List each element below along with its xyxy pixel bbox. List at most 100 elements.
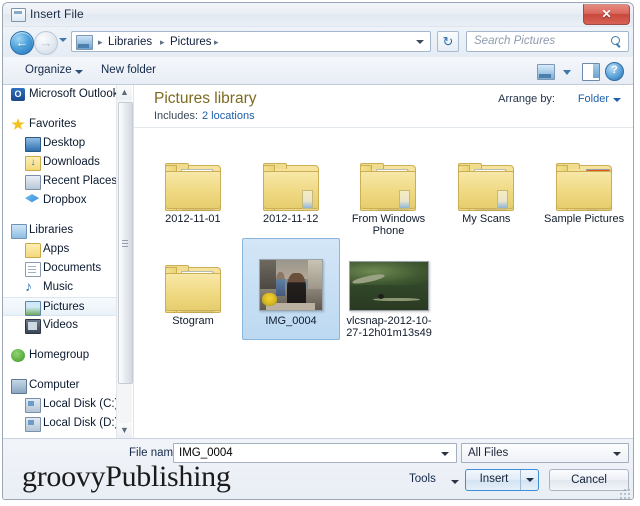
sidebar-item-videos[interactable]: Videos	[3, 316, 133, 335]
command-toolbar: Organize New folder ?	[3, 57, 633, 85]
breadcrumb-libraries[interactable]: Libraries	[108, 35, 152, 49]
address-bar[interactable]: ▸ Libraries ▸ Pictures ▸	[71, 31, 431, 52]
address-dropdown-icon[interactable]	[416, 40, 424, 44]
chevron-down-icon[interactable]	[75, 70, 83, 74]
organize-button[interactable]: Organize	[25, 63, 72, 78]
sidebar-item-downloads[interactable]: Downloads	[3, 153, 133, 172]
sidebar-item-label: Local Disk (C:)	[43, 398, 119, 410]
file-type-value: All Files	[468, 447, 509, 459]
homegroup-icon	[11, 349, 25, 362]
help-button[interactable]: ?	[605, 62, 624, 81]
scrollbar-thumb[interactable]	[118, 102, 133, 384]
library-title: Pictures library	[154, 90, 257, 107]
sidebar-item-label: Desktop	[43, 137, 86, 149]
search-placeholder: Search Pictures	[474, 35, 556, 47]
preview-pane-icon[interactable]	[582, 63, 600, 81]
insert-button-label: Insert	[479, 473, 509, 485]
file-grid: 2012-11-01 2012-11-12 From Windows Phone My…	[134, 128, 633, 340]
arrange-by-value[interactable]: Folder	[578, 93, 609, 105]
folder-item[interactable]: 2012-11-01	[144, 136, 242, 238]
breadcrumb-separator: ▸	[160, 37, 165, 47]
sidebar-item-apps[interactable]: Apps	[3, 240, 133, 259]
help-icon: ?	[611, 64, 618, 76]
dialog-body: Microsoft Outlook Favorites Desktop Downloa…	[3, 85, 633, 438]
forward-button[interactable]: →	[34, 31, 58, 55]
folder-item[interactable]: Stogram	[144, 238, 242, 340]
back-arrow-icon: ←	[15, 35, 29, 50]
sidebar-item-local-disk-d[interactable]: Local Disk (D:)	[3, 414, 133, 433]
chevron-down-icon[interactable]	[441, 452, 449, 456]
file-grid-row: Stogram IMG_0004 vlcsnap-2012-10-27-12h01m…	[144, 238, 633, 340]
sidebar-item-homegroup[interactable]: Homegroup	[3, 346, 133, 365]
sidebar-item-label: Local Disk (D:)	[43, 417, 119, 429]
library-icon	[76, 35, 93, 50]
music-icon	[25, 278, 39, 294]
item-thumbnail	[341, 243, 437, 311]
history-dropdown-icon[interactable]	[59, 38, 67, 42]
sidebar-item-microsoft-outlook[interactable]: Microsoft Outlook	[3, 85, 133, 104]
breadcrumb-pictures[interactable]: Pictures	[170, 35, 212, 49]
tools-button[interactable]: Tools	[409, 473, 436, 485]
insert-dropdown-button[interactable]	[520, 470, 538, 490]
close-button[interactable]: ✕	[583, 4, 630, 25]
search-input[interactable]: Search Pictures	[466, 31, 629, 52]
documents-icon	[25, 262, 41, 277]
sidebar-item-libraries[interactable]: Libraries	[3, 221, 133, 240]
sidebar-scrollbar[interactable]: ▲ ▼	[116, 85, 133, 438]
item-thumbnail	[145, 141, 241, 211]
file-type-select[interactable]: All Files	[461, 443, 629, 463]
item-thumbnail	[243, 141, 339, 211]
sidebar-item-favorites[interactable]: Favorites	[3, 115, 133, 134]
item-thumbnail	[243, 243, 339, 311]
new-folder-button[interactable]: New folder	[101, 63, 156, 78]
includes-locations-link[interactable]: 2 locations	[202, 110, 255, 122]
item-thumbnail	[145, 243, 241, 313]
sidebar-item-local-disk-c[interactable]: Local Disk (C:)	[3, 395, 133, 414]
recent-places-icon	[25, 175, 41, 190]
item-thumbnail	[341, 141, 437, 211]
scroll-up-button[interactable]: ▲	[117, 85, 132, 100]
sidebar-list: Microsoft Outlook Favorites Desktop Downloa…	[3, 85, 133, 433]
videos-icon	[25, 319, 41, 334]
chevron-down-icon	[613, 452, 621, 456]
folder-item[interactable]: From Windows Phone	[340, 136, 438, 238]
sidebar-group-spacer	[3, 335, 133, 346]
sidebar-item-recent-places[interactable]: Recent Places	[3, 172, 133, 191]
dropbox-icon	[25, 194, 39, 203]
folder-item[interactable]: My Scans	[437, 136, 535, 238]
sidebar-item-computer[interactable]: Computer	[3, 376, 133, 395]
file-item[interactable]: IMG_0004	[242, 238, 340, 340]
sidebar-item-dropbox[interactable]: Dropbox	[3, 191, 133, 210]
sidebar-item-documents[interactable]: Documents	[3, 259, 133, 278]
outlook-icon	[11, 87, 25, 101]
sidebar-item-label: Favorites	[29, 118, 77, 130]
folder-icon	[458, 163, 515, 211]
sidebar-item-desktop[interactable]: Desktop	[3, 134, 133, 153]
caret-down-icon: ▼	[120, 425, 129, 435]
breadcrumb-separator: ▸	[214, 37, 219, 47]
sidebar-item-music[interactable]: Music	[3, 278, 133, 297]
cancel-button[interactable]: Cancel	[549, 469, 629, 491]
resize-grip[interactable]	[620, 489, 630, 499]
folder-item[interactable]: Sample Pictures	[535, 136, 633, 238]
refresh-button[interactable]: ↻	[437, 31, 459, 52]
item-label: 2012-11-12	[262, 213, 319, 225]
chevron-down-icon[interactable]	[613, 98, 621, 102]
sidebar-item-label: Libraries	[29, 224, 74, 236]
folder-icon	[165, 265, 221, 313]
folder-item[interactable]: 2012-11-12	[242, 136, 340, 238]
item-label: IMG_0004	[265, 315, 317, 327]
file-item[interactable]: vlcsnap-2012-10-27-12h01m13s49	[340, 238, 438, 340]
view-mode-icon[interactable]	[537, 64, 555, 80]
chevron-down-icon[interactable]	[563, 70, 571, 75]
sidebar-item-label: Downloads	[43, 156, 100, 168]
file-name-input[interactable]: IMG_0004	[173, 443, 457, 463]
sidebar-item-pictures[interactable]: Pictures	[3, 297, 133, 316]
back-button[interactable]: ←	[10, 31, 34, 55]
insert-button[interactable]: Insert	[465, 469, 539, 491]
computer-icon	[11, 379, 27, 394]
chevron-down-icon[interactable]	[451, 480, 459, 484]
file-list-pane: Pictures library Includes: 2 locations A…	[134, 85, 633, 438]
scroll-down-button[interactable]: ▼	[117, 423, 132, 438]
navigation-sidebar: Microsoft Outlook Favorites Desktop Downloa…	[3, 85, 134, 438]
